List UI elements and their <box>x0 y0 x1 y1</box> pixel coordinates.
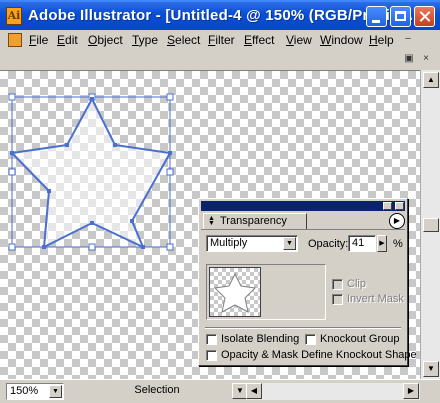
percent-label: % <box>393 238 403 250</box>
tab-toggle-icon[interactable]: ▲ ▼ <box>208 215 215 227</box>
palette-menu-icon[interactable]: ▶ <box>389 213 405 229</box>
menu-effect[interactable]: Effect <box>244 33 274 47</box>
vertical-scroll-thumb[interactable] <box>423 218 439 232</box>
menu-filter[interactable]: Filter <box>208 33 235 47</box>
scroll-down-arrow-icon[interactable]: ▼ <box>423 361 439 377</box>
zoom-level-value: 150% <box>10 385 39 397</box>
title-bar: Ai Adobe Illustrator - [Untitled-4 @ 150… <box>0 0 440 30</box>
clip-label: Clip <box>347 278 366 290</box>
vertical-scrollbar[interactable]: ▲ ▼ <box>420 70 440 379</box>
scroll-left-arrow-icon[interactable]: ◀ <box>246 383 262 399</box>
invert-mask-label: Invert Mask <box>347 293 404 305</box>
knockout-group-checkbox[interactable] <box>305 334 316 345</box>
maximize-button[interactable] <box>390 6 411 27</box>
blend-mode-value: Multiply <box>210 237 248 249</box>
tab-transparency-label: Transparency <box>220 215 287 227</box>
palette-minimize-button[interactable] <box>383 202 392 210</box>
zoom-chevron-down-icon[interactable]: ▼ <box>49 385 62 398</box>
current-tool-status[interactable]: Selection <box>70 383 244 400</box>
window-title: Adobe Illustrator - [Untitled-4 @ 150% (… <box>28 7 414 24</box>
menu-edit[interactable]: Edit <box>57 33 78 47</box>
document-toolbar: ▣ × <box>0 50 429 70</box>
transparency-palette: ▲ ▼ Transparency ▶ Multiply ▼ Opacity: 41… <box>198 198 417 366</box>
star-thumbnail-icon <box>213 272 257 313</box>
document-icon[interactable] <box>8 33 22 47</box>
child-minimize-button[interactable]: – <box>402 33 414 45</box>
invert-mask-checkbox[interactable] <box>332 294 343 305</box>
menu-window[interactable]: Window <box>320 33 363 47</box>
minimize-button[interactable] <box>366 6 387 27</box>
scroll-right-arrow-icon[interactable]: ▶ <box>403 383 419 399</box>
current-tool-label: Selection <box>134 384 180 396</box>
tab-transparency[interactable]: ▲ ▼ Transparency <box>203 213 307 229</box>
opacity-input[interactable]: 41 <box>348 235 376 252</box>
menu-file[interactable]: File <box>29 33 48 47</box>
palette-close-button[interactable] <box>395 202 404 210</box>
menu-bar: File Edit Object Type Select Filter Effe… <box>0 30 440 50</box>
zoom-level-field[interactable]: 150% ▼ <box>6 383 64 400</box>
menu-type[interactable]: Type <box>132 33 158 47</box>
opacity-mask-knockout-label: Opacity & Mask Define Knockout Shape <box>221 349 417 361</box>
opacity-label: Opacity: <box>308 238 349 250</box>
opacity-mask-knockout-checkbox[interactable] <box>206 350 217 361</box>
isolate-blending-checkbox[interactable] <box>206 334 217 345</box>
clip-checkbox[interactable] <box>332 279 343 290</box>
palette-divider <box>205 327 401 329</box>
isolate-blending-label: Isolate Blending <box>221 333 300 345</box>
menu-select[interactable]: Select <box>167 33 200 47</box>
artwork-thumbnail[interactable] <box>209 267 261 317</box>
palette-body: Multiply ▼ Opacity: 41 ▶ % Clip Invert M… <box>201 229 417 363</box>
blend-mode-select[interactable]: Multiply ▼ <box>206 235 298 252</box>
thumbnail-area <box>206 264 326 320</box>
status-bar: 150% ▼ Selection ▼ ◀ ▶ <box>0 379 440 403</box>
illustrator-app-icon[interactable]: Ai <box>6 7 22 25</box>
chevron-down-icon[interactable]: ▼ <box>283 237 296 250</box>
palette-titlebar[interactable] <box>201 201 405 211</box>
child-restore-button[interactable]: ▣ <box>403 53 415 65</box>
child-close-button[interactable]: × <box>420 53 432 65</box>
scroll-up-arrow-icon[interactable]: ▲ <box>423 72 439 88</box>
opacity-slider-arrow-icon[interactable]: ▶ <box>377 235 387 252</box>
close-button[interactable] <box>414 6 435 27</box>
menu-object[interactable]: Object <box>88 33 123 47</box>
horizontal-scrollbar[interactable]: ◀ ▶ <box>246 383 420 400</box>
knockout-group-label: Knockout Group <box>320 333 400 345</box>
menu-help[interactable]: Help <box>369 33 394 47</box>
menu-view[interactable]: View <box>286 33 312 47</box>
